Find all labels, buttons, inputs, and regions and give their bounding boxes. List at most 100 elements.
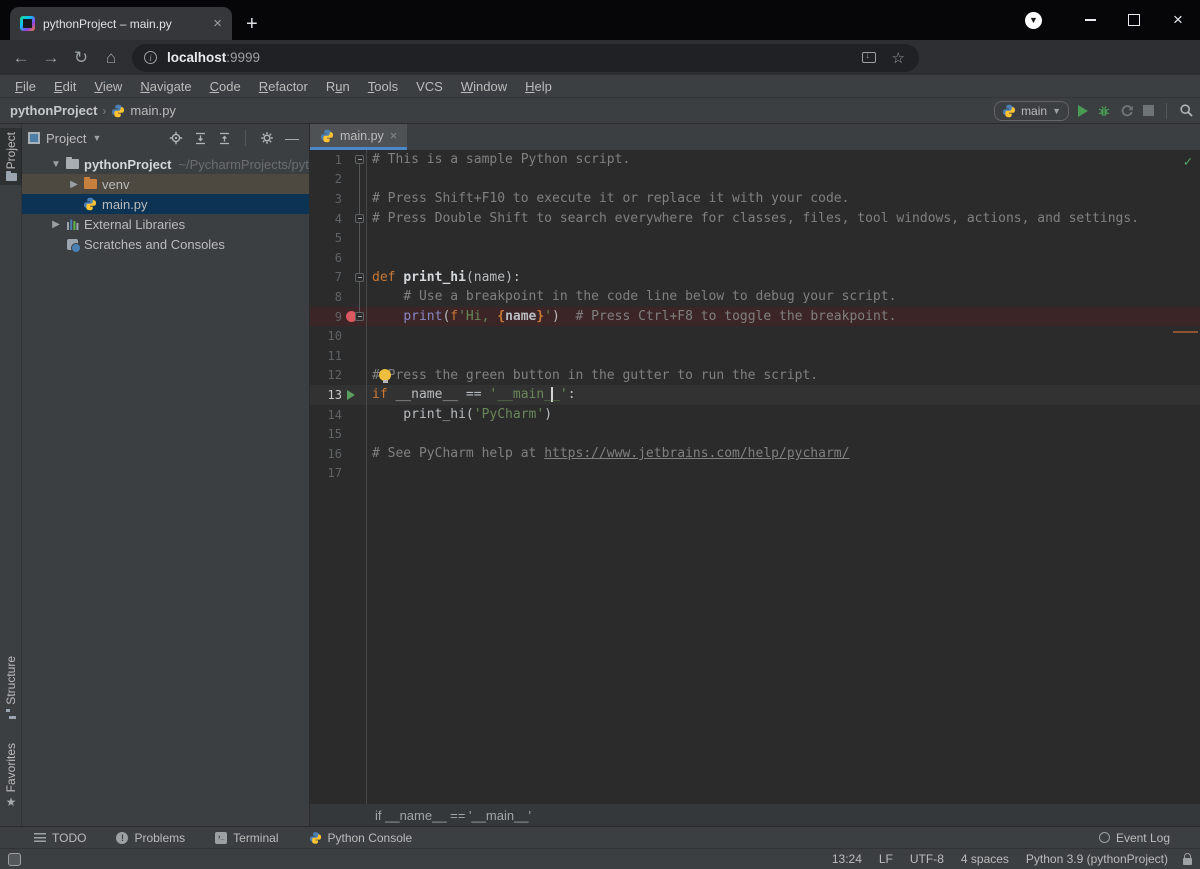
select-opened-file-icon[interactable] (169, 131, 183, 145)
status-widget-file-encoding[interactable]: UTF-8 (910, 852, 944, 866)
folder-excluded-icon (82, 176, 98, 189)
run-configuration-select[interactable]: main ▼ (994, 100, 1069, 121)
reload-icon[interactable]: ↻ (66, 48, 96, 68)
fold-marker-icon[interactable] (354, 209, 365, 229)
collapse-all-icon[interactable] (218, 132, 231, 145)
run-line-icon[interactable] (344, 385, 358, 405)
browser-tab[interactable]: pythonProject – main.py × (10, 7, 232, 40)
project-panel-title[interactable]: Project (46, 131, 86, 146)
run-button[interactable] (1078, 104, 1088, 117)
status-widget-line-separator[interactable]: LF (879, 852, 893, 866)
breadcrumb-file[interactable]: main.py (130, 103, 176, 118)
code-line-15[interactable]: 15 (310, 424, 1200, 444)
media-control-icon[interactable]: ▼ (1025, 11, 1042, 29)
code-line-1[interactable]: 1 # This is a sample Python script. (310, 150, 1200, 170)
code-line-11[interactable]: 11 (310, 346, 1200, 366)
stripe-button-project[interactable]: Project (0, 128, 22, 186)
tool-window-button-event-log[interactable]: Event Log (1098, 831, 1170, 845)
url-text[interactable]: localhost:9999 (167, 50, 260, 65)
chevron-right-icon[interactable]: ▶ (48, 219, 64, 230)
site-info-icon[interactable]: i (144, 51, 157, 64)
code-line-12[interactable]: 12 # Press the green button in the gutter… (310, 366, 1200, 386)
menu-view[interactable]: View (85, 79, 131, 94)
intention-bulb-icon[interactable] (379, 368, 391, 384)
minimize-button[interactable] (1068, 5, 1112, 35)
install-app-icon[interactable] (861, 50, 876, 63)
tool-window-button-python-console[interactable]: Python Console (309, 831, 412, 845)
menu-vcs[interactable]: VCS (407, 79, 452, 94)
menu-window[interactable]: Window (452, 79, 516, 94)
tab-close-icon[interactable]: × (211, 16, 224, 31)
expand-all-icon[interactable] (194, 132, 207, 145)
status-widget-indent-style[interactable]: 4 spaces (961, 852, 1009, 866)
code-line-5[interactable]: 5 (310, 228, 1200, 248)
code-line-9[interactable]: 9 print(f'Hi, {name}') # Press Ctrl+F8 t… (310, 306, 1200, 327)
tree-item-venv[interactable]: ▶ venv (22, 174, 309, 194)
menu-navigate[interactable]: Navigate (131, 79, 200, 94)
home-icon[interactable]: ⌂ (96, 48, 126, 68)
code-line-3[interactable]: 3 # Press Shift+F10 to execute it or repl… (310, 189, 1200, 209)
editor-breadcrumbs[interactable]: if __name__ == '__main__' (310, 804, 1200, 826)
code-line-14[interactable]: 14 print_hi('PyCharm') (310, 405, 1200, 425)
menu-refactor[interactable]: Refactor (250, 79, 317, 94)
bookmark-star-icon[interactable]: ☆ (892, 49, 905, 67)
inspection-ok-icon[interactable]: ✓ (1184, 154, 1192, 170)
code-line-8[interactable]: 8 # Use a breakpoint in the code line be… (310, 287, 1200, 307)
tree-item-external-libraries[interactable]: ▶ External Libraries (22, 214, 309, 234)
fold-marker-icon[interactable] (354, 150, 365, 170)
menu-edit[interactable]: Edit (45, 79, 85, 94)
fold-marker-icon[interactable] (354, 307, 365, 327)
tree-item-scratches-and-consoles[interactable]: Scratches and Consoles (22, 234, 309, 254)
gear-icon[interactable] (260, 131, 274, 145)
menu-help[interactable]: Help (516, 79, 561, 94)
tool-window-button-problems[interactable]: ! Problems (116, 831, 185, 845)
status-widget-caret-position[interactable]: 13:24 (832, 852, 862, 866)
fold-region-line (359, 162, 360, 314)
code-line-2[interactable]: 2 (310, 170, 1200, 190)
editor-tab-main-py[interactable]: main.py × (310, 124, 408, 150)
debug-button[interactable] (1097, 104, 1111, 118)
tool-window-switcher-icon[interactable] (8, 852, 21, 866)
python-console-icon (309, 831, 322, 845)
search-everywhere-icon[interactable] (1179, 103, 1194, 118)
browser-tab-title: pythonProject – main.py (43, 16, 172, 31)
menu-file[interactable]: File (6, 79, 45, 94)
code-line-16[interactable]: 16 # See PyCharm help at https://www.jetb… (310, 444, 1200, 464)
event-log-icon (1098, 832, 1110, 843)
code-line-17[interactable]: 17 (310, 464, 1200, 484)
address-bar[interactable]: i localhost:9999 ☆ (132, 43, 919, 72)
menu-code[interactable]: Code (201, 79, 250, 94)
chevron-down-icon[interactable]: ▼ (48, 159, 64, 170)
menu-run[interactable]: Run (317, 79, 359, 94)
chevron-down-icon[interactable]: ▼ (92, 133, 101, 143)
forward-icon[interactable]: → (36, 48, 66, 68)
code-line-4[interactable]: 4 # Press Double Shift to search everywhe… (310, 209, 1200, 229)
code-line-7[interactable]: 7 def print_hi(name): (310, 268, 1200, 288)
fold-marker-icon[interactable] (354, 268, 365, 288)
code-line-10[interactable]: 10 (310, 326, 1200, 346)
stripe-button-structure[interactable]: Structure (0, 652, 22, 723)
hide-panel-icon[interactable]: — (285, 130, 299, 146)
chevron-right-icon: › (102, 103, 107, 118)
editor-tab-close-icon[interactable]: × (390, 128, 398, 143)
run-with-coverage-button[interactable] (1120, 104, 1134, 118)
stripe-button-favorites[interactable]: Favorites ★ (0, 739, 22, 812)
tree-item-main-py[interactable]: main.py (22, 194, 309, 214)
lock-icon[interactable] (1183, 852, 1192, 865)
new-tab-button[interactable]: + (246, 14, 258, 34)
maximize-button[interactable] (1112, 5, 1156, 35)
tool-window-button-terminal[interactable]: ›_ Terminal (215, 831, 279, 845)
breadcrumb-project[interactable]: pythonProject (10, 103, 97, 118)
code-line-6[interactable]: 6 (310, 248, 1200, 268)
back-icon[interactable]: ← (6, 48, 36, 68)
menu-tools[interactable]: Tools (359, 79, 407, 94)
chevron-right-icon[interactable]: ▶ (66, 179, 82, 190)
status-widget-interpreter[interactable]: Python 3.9 (pythonProject) (1026, 852, 1168, 866)
editor-breadcrumb-text[interactable]: if __name__ == '__main__' (375, 808, 531, 823)
tree-item-pythonproject[interactable]: ▼ pythonProject ~/PycharmProjects/pythonPr… (22, 154, 309, 174)
stop-button[interactable] (1143, 105, 1154, 116)
close-button[interactable]: × (1156, 5, 1200, 35)
tool-window-button-todo[interactable]: TODO (34, 831, 86, 845)
code-line-13[interactable]: 13 if __name__ == '__main__': (310, 385, 1200, 405)
code-editor[interactable]: ✓ 1 # This is a sample Python script. 2 3 # … (310, 150, 1200, 804)
